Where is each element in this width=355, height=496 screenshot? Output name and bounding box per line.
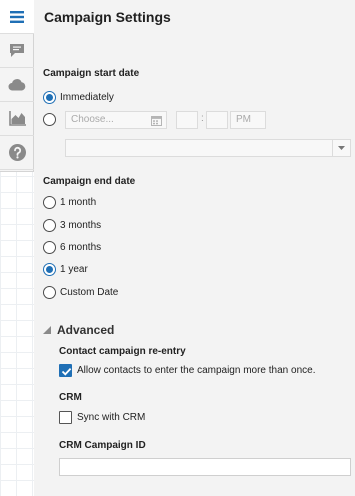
start-ampm-select[interactable]: PM <box>230 111 266 129</box>
start-immediately-label: Immediately <box>60 92 114 103</box>
end-1-month-label: 1 month <box>60 197 97 208</box>
end-6-months-label: 6 months <box>60 242 102 253</box>
advanced-toggle[interactable]: Advanced <box>43 323 114 337</box>
help-button[interactable] <box>0 136 34 170</box>
comment-icon <box>10 44 24 57</box>
menu-button[interactable] <box>0 0 34 34</box>
analytics-button[interactable] <box>0 102 34 136</box>
start-hour-input[interactable] <box>176 111 198 129</box>
help-icon <box>8 144 26 161</box>
sync-crm-checkbox[interactable] <box>59 411 72 424</box>
end-1-month-radio[interactable] <box>43 196 56 209</box>
start-immediately-radio[interactable] <box>43 91 56 104</box>
reentry-label: Contact campaign re-entry <box>59 346 186 357</box>
crm-label: CRM <box>59 392 82 403</box>
calendar-icon <box>151 116 162 126</box>
side-toolbar <box>0 0 34 172</box>
date-placeholder: Choose... <box>71 114 114 125</box>
allow-reentry-label: Allow contacts to enter the campaign mor… <box>77 365 316 376</box>
crm-id-label: CRM Campaign ID <box>59 440 146 451</box>
start-minute-input[interactable] <box>206 111 228 129</box>
time-separator: : <box>201 113 204 124</box>
campaign-settings-panel: Campaign Settings Campaign start date Im… <box>34 0 355 496</box>
checkmark-icon <box>61 367 72 376</box>
start-date-label: Campaign start date <box>43 68 140 79</box>
page-title: Campaign Settings <box>44 9 171 25</box>
advanced-title: Advanced <box>57 323 115 337</box>
crm-campaign-id-input[interactable] <box>59 458 351 476</box>
sync-crm-label: Sync with CRM <box>77 412 146 423</box>
timezone-select[interactable] <box>65 139 351 157</box>
end-custom-date-radio[interactable] <box>43 286 56 299</box>
end-1-year-radio[interactable] <box>43 263 56 276</box>
end-date-label: Campaign end date <box>43 176 136 187</box>
cloud-icon <box>8 78 26 91</box>
end-custom-date-label: Custom Date <box>60 287 119 298</box>
timezone-dropdown-arrow[interactable] <box>332 140 350 156</box>
end-3-months-radio[interactable] <box>43 219 56 232</box>
end-6-months-radio[interactable] <box>43 241 56 254</box>
comments-button[interactable] <box>0 34 34 68</box>
area-chart-icon <box>8 111 26 126</box>
hamburger-menu-icon <box>10 10 24 23</box>
cloud-button[interactable] <box>0 68 34 102</box>
triangle-collapse-icon <box>43 326 51 334</box>
start-scheduled-radio[interactable] <box>43 113 56 126</box>
allow-reentry-checkbox[interactable] <box>59 364 72 377</box>
end-3-months-label: 3 months <box>60 220 102 231</box>
start-date-picker[interactable]: Choose... <box>65 111 167 129</box>
end-1-year-label: 1 year <box>60 264 88 275</box>
chevron-down-icon <box>338 146 345 150</box>
